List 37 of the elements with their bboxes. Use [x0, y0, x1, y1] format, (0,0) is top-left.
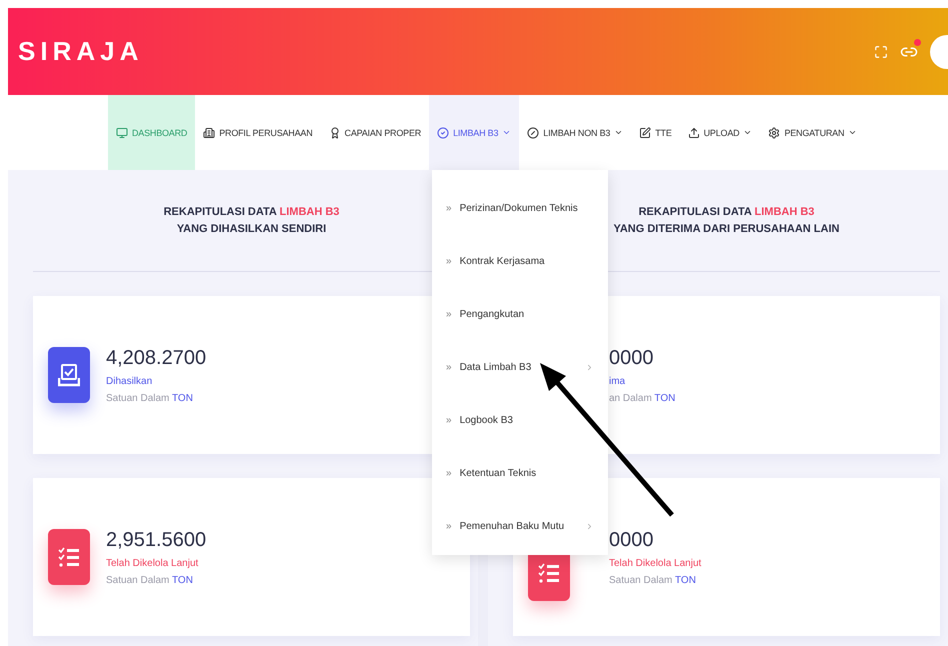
stat-value: 0000 [609, 346, 654, 370]
nav-item[interactable]: LIMBAH NON B3 [519, 95, 632, 170]
award-icon [328, 126, 341, 138]
stat-value: 0000 [609, 528, 654, 552]
fullscreen-icon[interactable] [874, 44, 888, 58]
nav-item[interactable]: CAPAIAN PROPER [320, 95, 430, 170]
pen-icon [639, 126, 652, 138]
check-circle-icon [437, 126, 450, 138]
checklist-icon [58, 546, 80, 568]
stat-value: 4,208.2700 [106, 346, 206, 370]
unit-text: an Dalam TON [609, 392, 676, 404]
stat-label: Telah Dikelola Lanjut [609, 558, 702, 568]
unit-text: Satuan Dalam TON [106, 574, 194, 586]
unit-text: Satuan Dalam TON [106, 392, 194, 404]
stat-label: Dihasilkan [106, 376, 154, 386]
tray-check-icon [58, 363, 80, 387]
menu-item[interactable]: » Ketentuan Teknis [432, 447, 608, 500]
stat-label: ima [609, 376, 626, 386]
unit-text: Satuan Dalam TON [609, 574, 697, 586]
slashed-circle-icon [527, 126, 540, 138]
stat-value: 2,951.5600 [106, 528, 206, 552]
building-icon [203, 126, 216, 138]
nav-item[interactable]: TTE [631, 95, 680, 170]
gear-icon [768, 126, 780, 138]
stat-label: Telah Dikelola Lanjut [106, 558, 200, 568]
checklist-icon [538, 562, 560, 584]
upload-icon [688, 126, 700, 138]
menu-item[interactable]: » Data Limbah B3 [432, 341, 608, 394]
menu-item[interactable]: » Pengangkutan [432, 288, 608, 341]
nav-item[interactable]: PENGATURAN [760, 95, 866, 170]
nav-item[interactable]: UPLOAD [680, 95, 760, 170]
nav-item[interactable]: LIMBAH B3 [429, 95, 520, 170]
monitor-icon [116, 126, 128, 138]
menu-item[interactable]: » Pemenuhan Baku Mutu [432, 500, 608, 553]
brand-logo: SIRAJA [18, 36, 144, 67]
nav-item[interactable]: PROFIL PERUSAHAAN [195, 95, 321, 170]
menu-item[interactable]: » Logbook B3 [432, 394, 608, 447]
